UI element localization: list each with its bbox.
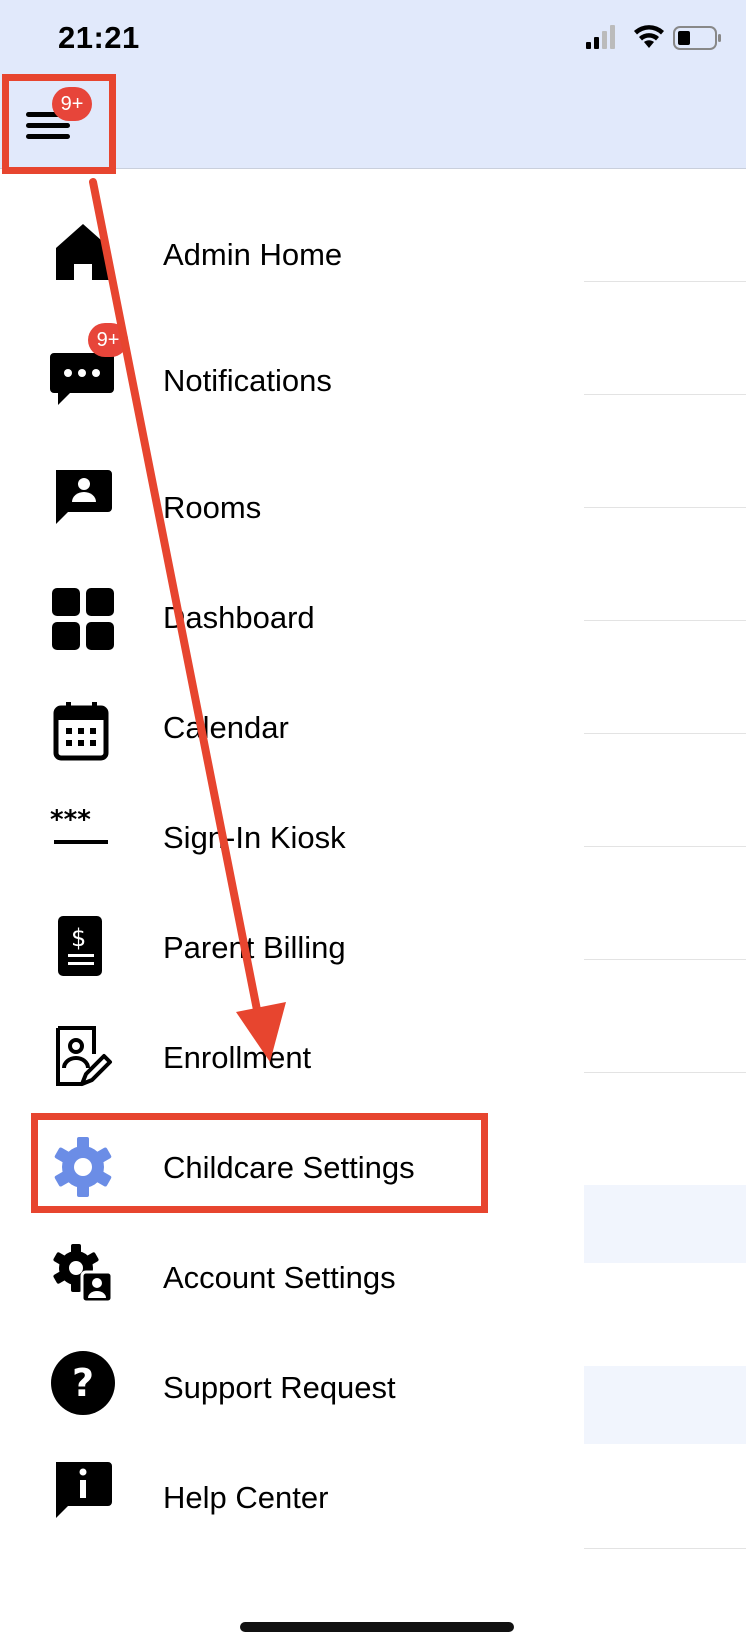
menu-item-label: Rooms xyxy=(163,490,262,525)
home-icon xyxy=(50,218,116,284)
menu-item-help-center[interactable]: Help Center xyxy=(0,1440,580,1550)
menu-item-label: Sign-In Kiosk xyxy=(163,820,346,855)
wifi-icon xyxy=(634,25,664,48)
menu-item-label: Parent Billing xyxy=(163,930,346,965)
annotation-highlight-menu-button xyxy=(2,74,116,174)
menu-item-enrollment[interactable]: Enrollment xyxy=(0,1000,580,1110)
menu-item-label: Account Settings xyxy=(163,1260,396,1295)
menu-item-notifications[interactable]: 9+ Notifications xyxy=(0,323,580,435)
menu-item-label: Enrollment xyxy=(163,1040,312,1075)
status-icons xyxy=(586,22,726,61)
menu-item-label: Calendar xyxy=(163,710,289,745)
calendar-icon xyxy=(50,700,116,766)
notifications-badge: 9+ xyxy=(88,323,128,357)
menu-item-label: Admin Home xyxy=(163,237,343,272)
status-time: 21:21 xyxy=(58,20,140,55)
status-bar: 21:21 xyxy=(0,0,746,80)
signal-icon xyxy=(586,25,615,49)
menu-item-dashboard[interactable]: Dashboard xyxy=(0,560,580,670)
info-bubble-icon xyxy=(50,1458,116,1524)
menu-item-admin-home[interactable]: Admin Home xyxy=(0,200,580,310)
menu-item-calendar[interactable]: Calendar xyxy=(0,670,580,780)
svg-text:***: *** xyxy=(50,805,91,835)
question-icon: ? xyxy=(50,1350,116,1416)
menu-item-rooms[interactable]: Rooms xyxy=(0,450,580,560)
contact-card-icon xyxy=(50,464,116,530)
menu-item-parent-billing[interactable]: $ Parent Billing xyxy=(0,890,580,1000)
annotation-highlight-childcare-settings xyxy=(31,1113,488,1213)
background-content xyxy=(584,168,746,1630)
home-indicator xyxy=(240,1622,514,1632)
menu-item-label: Support Request xyxy=(163,1370,396,1405)
edit-profile-icon xyxy=(50,1026,116,1092)
invoice-icon: $ xyxy=(50,914,116,980)
menu-item-label: Dashboard xyxy=(163,600,315,635)
svg-text:?: ? xyxy=(72,1361,94,1405)
user-gear-icon xyxy=(50,1240,116,1306)
menu-item-label: Help Center xyxy=(163,1480,329,1515)
password-icon: *** xyxy=(50,802,116,868)
menu-item-support-request[interactable]: ? Support Request xyxy=(0,1330,580,1440)
grid-icon xyxy=(50,586,116,652)
svg-text:$: $ xyxy=(71,924,86,952)
menu-item-sign-in-kiosk[interactable]: *** Sign-In Kiosk xyxy=(0,780,580,890)
menu-item-account-settings[interactable]: Account Settings xyxy=(0,1220,580,1330)
battery-icon xyxy=(673,26,721,50)
menu-item-label: Notifications xyxy=(163,363,332,398)
